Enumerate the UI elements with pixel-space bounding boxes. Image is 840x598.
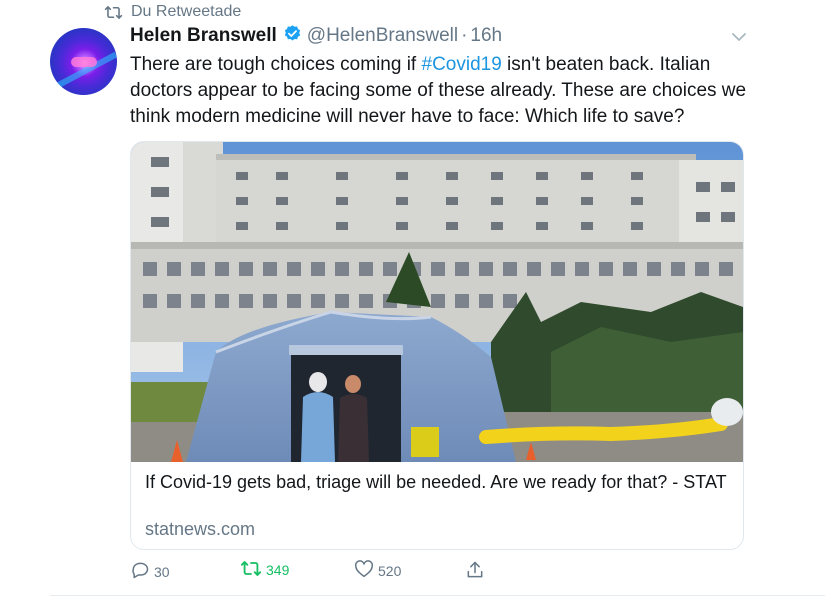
verified-badge-icon — [283, 24, 302, 49]
meta-separator: · — [461, 25, 468, 46]
tweet-menu-chevron-down-icon[interactable] — [730, 30, 748, 48]
tweet-text-part: There are tough choices coming if — [130, 54, 422, 75]
reply-icon — [130, 560, 150, 583]
like-button[interactable]: 520 — [354, 560, 401, 581]
retweet-context-label: Du Retweetade — [131, 3, 242, 20]
retweet-icon — [240, 560, 262, 580]
share-button[interactable] — [465, 560, 485, 583]
author-name[interactable]: Helen Branswell — [130, 25, 277, 47]
heart-icon — [354, 560, 374, 581]
tweet-divider — [50, 595, 825, 596]
hashtag-link[interactable]: #Covid19 — [422, 54, 502, 75]
like-count: 520 — [378, 562, 402, 579]
retweet-context: Du Retweetade — [104, 1, 241, 23]
retweet-icon — [104, 5, 123, 20]
link-card[interactable]: If Covid-19 gets bad, triage will be nee… — [130, 141, 744, 550]
tweet-text: There are tough choices coming if #Covid… — [130, 52, 770, 130]
retweet-count: 349 — [266, 562, 290, 578]
avatar[interactable] — [50, 28, 117, 95]
tweet-header: Helen Branswell @HelenBranswell · 16h — [130, 23, 502, 49]
share-icon — [465, 560, 485, 583]
card-image-hospital-tent[interactable] — [131, 142, 743, 462]
card-domain: statnews.com — [145, 519, 256, 539]
card-title[interactable]: If Covid-19 gets bad, triage will be nee… — [145, 471, 735, 494]
author-handle[interactable]: @HelenBranswell — [307, 25, 458, 47]
reply-button[interactable]: 30 — [130, 560, 170, 583]
tweet-timestamp[interactable]: 16h — [470, 25, 502, 47]
retweet-button[interactable]: 349 — [240, 560, 289, 580]
reply-count: 30 — [154, 563, 170, 580]
